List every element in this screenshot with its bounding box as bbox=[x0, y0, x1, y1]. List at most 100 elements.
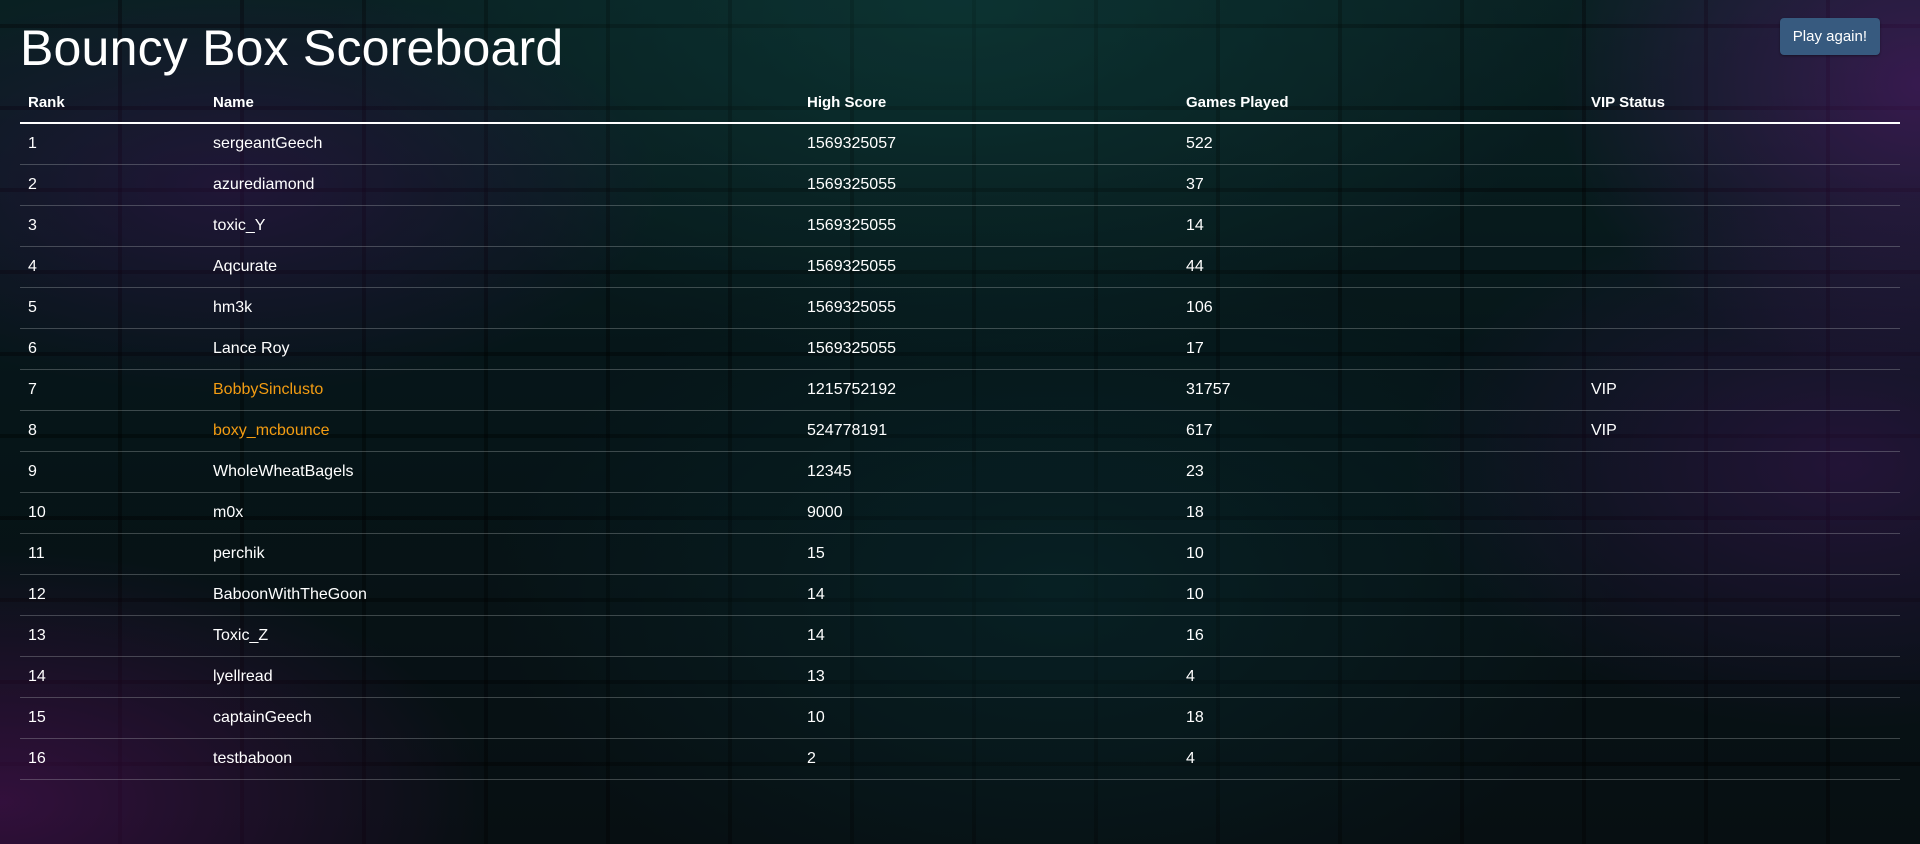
cell-rank: 11 bbox=[20, 533, 205, 575]
cell-name: Toxic_Z bbox=[205, 615, 799, 657]
cell-vip-status bbox=[1583, 164, 1900, 206]
cell-rank: 7 bbox=[20, 369, 205, 411]
table-row: 10 m0x 9000 18 bbox=[20, 492, 1900, 534]
cell-rank: 3 bbox=[20, 205, 205, 247]
cell-high-score: 10 bbox=[799, 697, 1178, 739]
cell-name: sergeantGeech bbox=[205, 123, 799, 165]
cell-rank: 15 bbox=[20, 697, 205, 739]
cell-games-played: 4 bbox=[1178, 656, 1583, 698]
table-row: 14 lyellread 13 4 bbox=[20, 656, 1900, 698]
cell-name: Lance Roy bbox=[205, 328, 799, 370]
cell-name: boxy_mcbounce bbox=[205, 410, 799, 452]
table-row: 1 sergeantGeech 1569325057 522 bbox=[20, 123, 1900, 165]
header-rank: Rank bbox=[20, 82, 205, 124]
cell-high-score: 1569325055 bbox=[799, 328, 1178, 370]
cell-rank: 4 bbox=[20, 246, 205, 288]
cell-name: lyellread bbox=[205, 656, 799, 698]
cell-high-score: 1569325055 bbox=[799, 205, 1178, 247]
play-again-button[interactable]: Play again! bbox=[1779, 18, 1880, 55]
cell-name: BaboonWithTheGoon bbox=[205, 574, 799, 616]
cell-rank: 10 bbox=[20, 492, 205, 534]
cell-high-score: 14 bbox=[799, 615, 1178, 657]
cell-vip-status bbox=[1583, 123, 1900, 165]
table-row: 2 azurediamond 1569325055 37 bbox=[20, 164, 1900, 206]
cell-games-played: 14 bbox=[1178, 205, 1583, 247]
cell-games-played: 10 bbox=[1178, 574, 1583, 616]
cell-rank: 9 bbox=[20, 451, 205, 493]
table-row: 4 Aqcurate 1569325055 44 bbox=[20, 246, 1900, 288]
table-header: Rank Name High Score Games Played VIP St… bbox=[20, 82, 1900, 124]
table-row: 5 hm3k 1569325055 106 bbox=[20, 287, 1900, 329]
cell-games-played: 617 bbox=[1178, 410, 1583, 452]
scoreboard-table: Rank Name High Score Games Played VIP St… bbox=[20, 82, 1900, 780]
table-row: 7 BobbySinclusto 1215752192 31757 VIP bbox=[20, 369, 1900, 411]
cell-games-played: 522 bbox=[1178, 123, 1583, 165]
table-row: 9 WholeWheatBagels 12345 23 bbox=[20, 451, 1900, 493]
cell-vip-status bbox=[1583, 656, 1900, 698]
table-row: 15 captainGeech 10 18 bbox=[20, 697, 1900, 739]
cell-vip-status bbox=[1583, 328, 1900, 370]
cell-rank: 8 bbox=[20, 410, 205, 452]
cell-vip-status bbox=[1583, 574, 1900, 616]
cell-high-score: 524778191 bbox=[799, 410, 1178, 452]
cell-games-played: 18 bbox=[1178, 492, 1583, 534]
cell-rank: 13 bbox=[20, 615, 205, 657]
cell-games-played: 4 bbox=[1178, 738, 1583, 780]
cell-high-score: 1569325057 bbox=[799, 123, 1178, 165]
cell-rank: 2 bbox=[20, 164, 205, 206]
cell-high-score: 14 bbox=[799, 574, 1178, 616]
cell-high-score: 1569325055 bbox=[799, 164, 1178, 206]
cell-games-played: 106 bbox=[1178, 287, 1583, 329]
table-row: 6 Lance Roy 1569325055 17 bbox=[20, 328, 1900, 370]
cell-high-score: 15 bbox=[799, 533, 1178, 575]
cell-name: BobbySinclusto bbox=[205, 369, 799, 411]
cell-games-played: 37 bbox=[1178, 164, 1583, 206]
cell-games-played: 18 bbox=[1178, 697, 1583, 739]
table-body: 1 sergeantGeech 1569325057 522 2 azurediamond… bbox=[20, 123, 1900, 780]
cell-name: azurediamond bbox=[205, 164, 799, 206]
cell-games-played: 44 bbox=[1178, 246, 1583, 288]
cell-games-played: 17 bbox=[1178, 328, 1583, 370]
cell-rank: 6 bbox=[20, 328, 205, 370]
cell-high-score: 9000 bbox=[799, 492, 1178, 534]
cell-name: Aqcurate bbox=[205, 246, 799, 288]
header-name: Name bbox=[205, 82, 799, 124]
header-games-played: Games Played bbox=[1178, 82, 1583, 124]
cell-vip-status bbox=[1583, 287, 1900, 329]
cell-games-played: 16 bbox=[1178, 615, 1583, 657]
cell-rank: 1 bbox=[20, 123, 205, 165]
cell-rank: 12 bbox=[20, 574, 205, 616]
cell-name: m0x bbox=[205, 492, 799, 534]
table-row: 8 boxy_mcbounce 524778191 617 VIP bbox=[20, 410, 1900, 452]
cell-name: WholeWheatBagels bbox=[205, 451, 799, 493]
cell-high-score: 1215752192 bbox=[799, 369, 1178, 411]
header-high-score: High Score bbox=[799, 82, 1178, 124]
cell-high-score: 1569325055 bbox=[799, 246, 1178, 288]
cell-high-score: 2 bbox=[799, 738, 1178, 780]
cell-vip-status bbox=[1583, 492, 1900, 534]
cell-vip-status: VIP bbox=[1583, 369, 1900, 411]
cell-vip-status bbox=[1583, 451, 1900, 493]
cell-vip-status bbox=[1583, 615, 1900, 657]
cell-rank: 14 bbox=[20, 656, 205, 698]
cell-name: captainGeech bbox=[205, 697, 799, 739]
cell-high-score: 13 bbox=[799, 656, 1178, 698]
page-title: Bouncy Box Scoreboard bbox=[20, 20, 564, 76]
cell-vip-status bbox=[1583, 533, 1900, 575]
cell-name: toxic_Y bbox=[205, 205, 799, 247]
table-row: 11 perchik 15 10 bbox=[20, 533, 1900, 575]
table-row: 3 toxic_Y 1569325055 14 bbox=[20, 205, 1900, 247]
table-row: 12 BaboonWithTheGoon 14 10 bbox=[20, 574, 1900, 616]
header-row: Rank Name High Score Games Played VIP St… bbox=[20, 82, 1900, 124]
cell-name: hm3k bbox=[205, 287, 799, 329]
cell-high-score: 1569325055 bbox=[799, 287, 1178, 329]
cell-vip-status bbox=[1583, 246, 1900, 288]
cell-games-played: 31757 bbox=[1178, 369, 1583, 411]
table-row: 13 Toxic_Z 14 16 bbox=[20, 615, 1900, 657]
cell-games-played: 23 bbox=[1178, 451, 1583, 493]
cell-rank: 16 bbox=[20, 738, 205, 780]
cell-vip-status bbox=[1583, 697, 1900, 739]
cell-name: testbaboon bbox=[205, 738, 799, 780]
cell-vip-status bbox=[1583, 205, 1900, 247]
header-vip-status: VIP Status bbox=[1583, 82, 1900, 124]
